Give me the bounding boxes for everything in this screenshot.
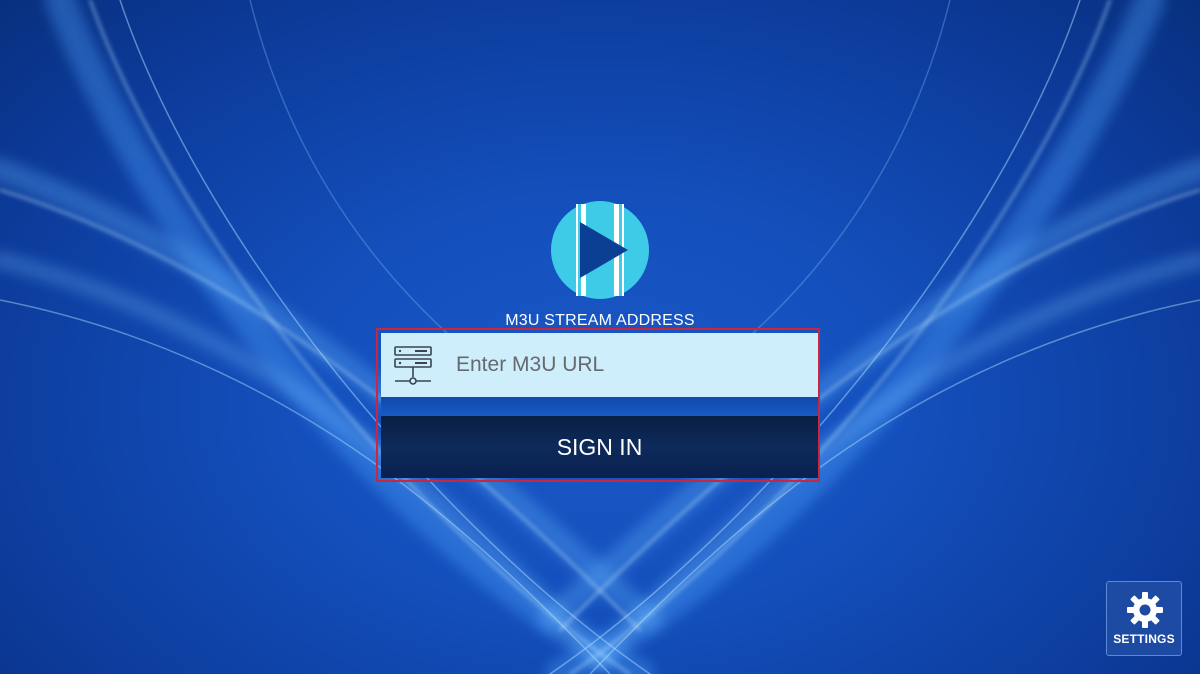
- field-divider-strip: [381, 397, 818, 417]
- sign-in-button[interactable]: SIGN IN: [381, 416, 818, 478]
- server-icon: [394, 346, 432, 385]
- settings-label: SETTINGS: [1113, 632, 1175, 646]
- m3u-url-input[interactable]: [456, 345, 806, 385]
- gear-icon: [1127, 592, 1163, 628]
- play-logo-icon: [551, 201, 649, 299]
- settings-button[interactable]: SETTINGS: [1106, 581, 1182, 656]
- sign-in-label: SIGN IN: [556, 433, 643, 460]
